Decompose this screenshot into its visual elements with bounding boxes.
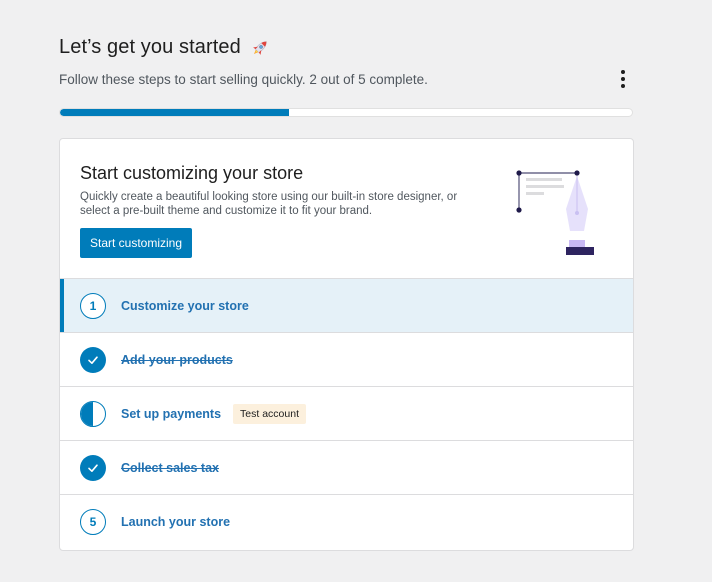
test-account-badge: Test account (233, 403, 306, 424)
checkmark-icon (80, 346, 106, 373)
task-label[interactable]: Customize your store (121, 299, 249, 313)
task-collect-sales-tax[interactable]: Collect sales tax (60, 440, 633, 494)
step-number-badge: 1 (80, 292, 106, 319)
task-label[interactable]: Collect sales tax (121, 461, 219, 475)
step-number-badge: 5 (80, 508, 106, 535)
page-title-text: Let’s get you started (59, 36, 241, 58)
more-vertical-icon[interactable] (612, 68, 634, 90)
progress-summary: Follow these steps to start selling quic… (59, 72, 428, 87)
progress-bar (59, 108, 633, 117)
task-launch-store[interactable]: 5 Launch your store (60, 494, 633, 548)
task-label[interactable]: Add your products (121, 353, 233, 367)
rocket-icon (249, 37, 271, 59)
task-label[interactable]: Launch your store (121, 515, 230, 529)
hero-description: Quickly create a beautiful looking store… (80, 191, 458, 217)
hero-title: Start customizing your store (80, 163, 304, 183)
checkmark-icon (80, 454, 106, 481)
pen-illustration (513, 167, 603, 259)
task-add-products[interactable]: Add your products (60, 332, 633, 386)
half-circle-icon (80, 400, 106, 427)
start-customizing-button[interactable]: Start customizing (80, 228, 193, 258)
task-label[interactable]: Set up payments (121, 407, 221, 421)
page-title: Let’s get you started (59, 36, 271, 59)
task-set-up-payments[interactable]: Set up payments Test account (60, 386, 633, 440)
task-customize-store[interactable]: 1 Customize your store (60, 278, 633, 332)
task-list: 1 Customize your store Add your products… (60, 278, 633, 548)
setup-task-card: Start customizing your store Quickly cre… (59, 138, 634, 551)
task-hero: Start customizing your store Quickly cre… (60, 139, 633, 278)
progress-bar-fill (60, 109, 289, 116)
